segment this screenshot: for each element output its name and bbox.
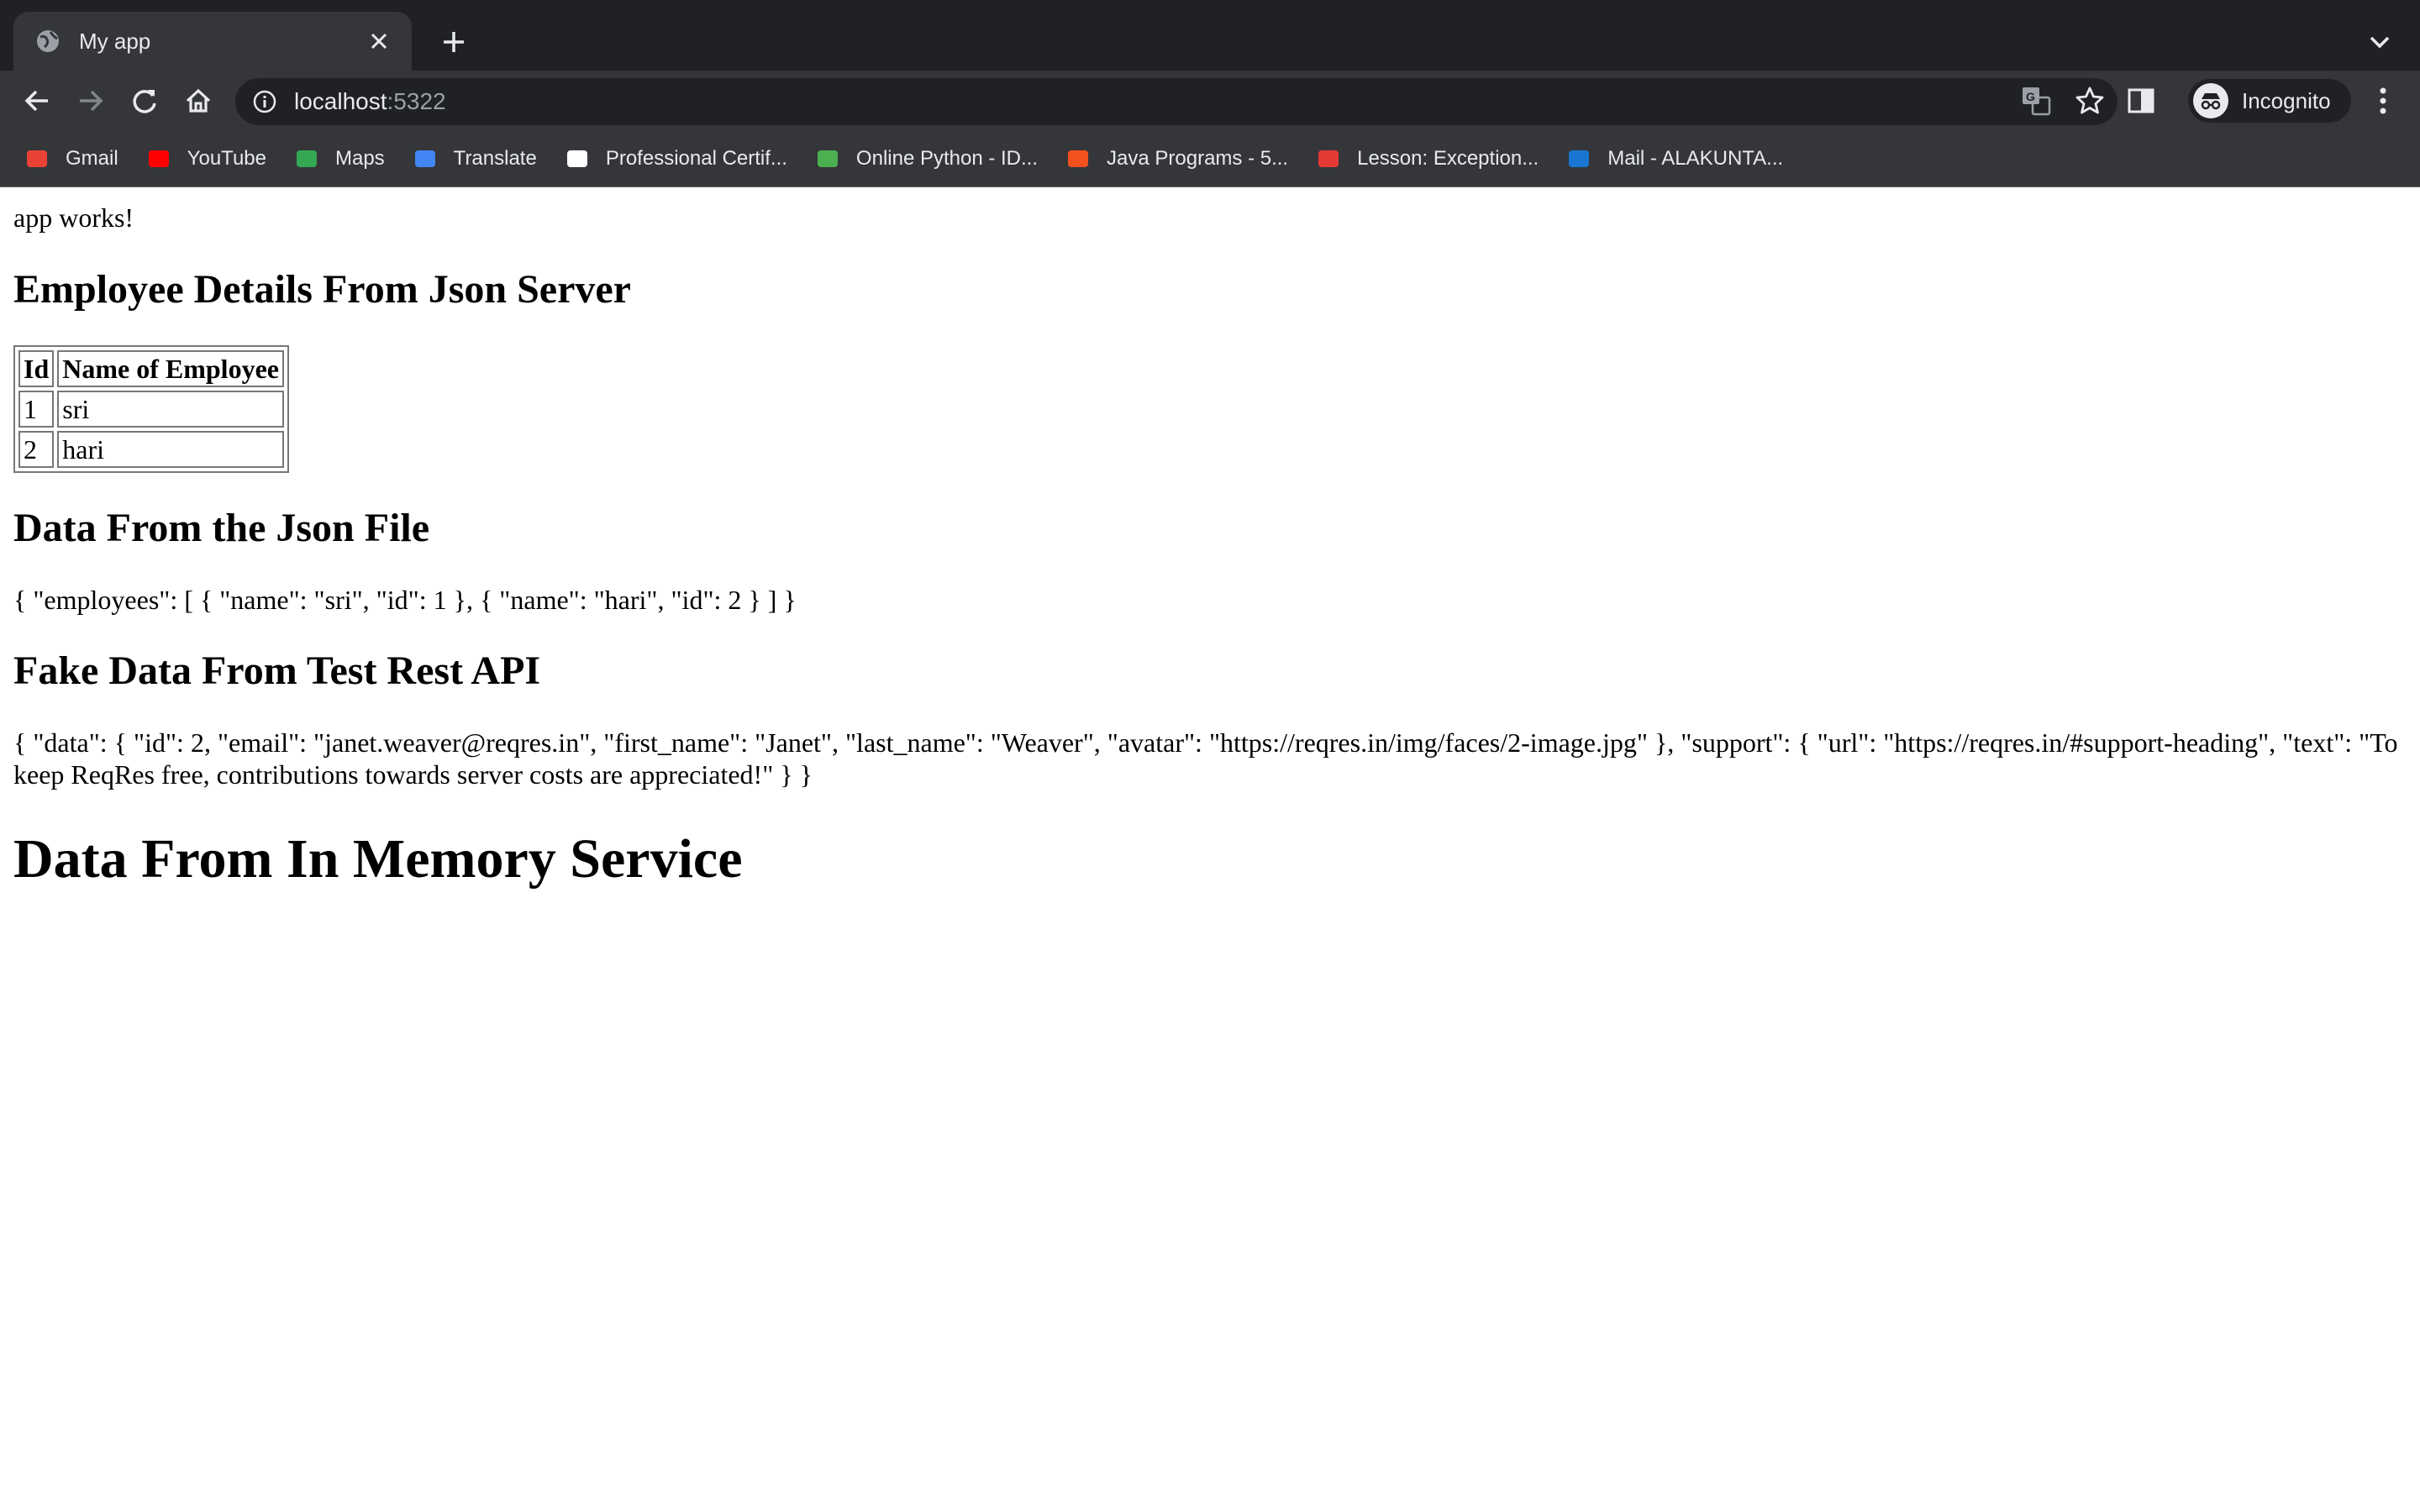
section-title-fake-api: Fake Data From Test Rest API — [13, 648, 541, 693]
section-title-json-file: Data From the Json File — [13, 506, 430, 550]
bookmark-item[interactable]: YouTube — [145, 145, 266, 172]
forward-icon[interactable] — [72, 82, 109, 119]
cell-name: sri — [57, 391, 284, 428]
bookmark-label: Online Python - ID... — [855, 147, 1039, 170]
table-header-row: Id Name of Employee — [18, 350, 284, 387]
google-icon — [564, 145, 591, 172]
bookmark-item[interactable]: Maps — [293, 145, 385, 172]
toolbar: localhost:5322 G Incognito — [0, 71, 2420, 131]
column-header-name: Name of Employee — [57, 350, 284, 387]
kebab-menu-icon[interactable] — [2368, 84, 2398, 122]
globe-icon — [37, 30, 59, 52]
section-title-in-memory: Data From In Memory Service — [13, 828, 743, 890]
bookmark-item[interactable]: Online Python - ID... — [814, 145, 1038, 172]
bookmark-label: Mail - ALAKUNTA... — [1607, 147, 1784, 170]
python-icon — [814, 145, 841, 172]
new-tab-icon[interactable] — [437, 25, 471, 59]
youtube-icon — [145, 145, 172, 172]
incognito-icon — [2193, 83, 2228, 118]
gmail-icon — [24, 145, 50, 172]
cell-name: hari — [57, 431, 284, 468]
bookmark-item[interactable]: Java Programs - 5... — [1065, 145, 1288, 172]
bookmark-label: Maps — [334, 147, 385, 170]
profile-label: Incognito — [2242, 87, 2331, 113]
bookmark-item[interactable]: Mail - ALAKUNTA... — [1565, 145, 1783, 172]
tab-title: My app — [79, 28, 151, 54]
browser-chrome: My app localhost:5322 G Incognito Gmail … — [0, 0, 2420, 187]
tab-strip: My app — [0, 0, 2420, 71]
url-host: localhost — [294, 88, 387, 114]
bookmarks-bar: Gmail YouTube Maps Translate Professional Ce… — [0, 131, 2420, 187]
maps-icon — [293, 145, 320, 172]
page-content: app works! Employee Details From Json Se… — [0, 201, 2420, 891]
bookmark-item[interactable]: Gmail — [24, 145, 118, 172]
outlook-icon — [1565, 145, 1592, 172]
section-title-employee-details: Employee Details From Json Server — [13, 267, 631, 312]
api-output: { "data": { "id": 2, "email": "janet.wea… — [13, 727, 2398, 790]
bookmark-label: YouTube — [187, 147, 266, 170]
table-row: 1 sri — [18, 391, 284, 428]
incognito-badge[interactable]: Incognito — [2188, 79, 2351, 123]
json-file-output: { "employees": [ { "name": "sri", "id": … — [13, 585, 797, 615]
bookmark-label: Java Programs - 5... — [1107, 147, 1289, 170]
bookmark-label: Lesson: Exception... — [1357, 147, 1539, 170]
address-bar[interactable]: localhost:5322 G — [235, 78, 2118, 125]
chevron-down-icon[interactable] — [2365, 27, 2395, 57]
bookmark-label: Gmail — [66, 147, 118, 170]
translate-page-icon[interactable]: G — [2020, 85, 2052, 123]
reload-icon[interactable] — [126, 82, 163, 119]
oracle-icon — [1315, 145, 1342, 172]
bookmark-item[interactable]: Translate — [412, 145, 537, 172]
bookmark-label: Professional Certif... — [605, 147, 787, 170]
home-icon[interactable] — [180, 82, 217, 119]
side-panel-icon[interactable] — [2126, 86, 2156, 120]
cell-id: 1 — [18, 391, 55, 428]
svg-text:G: G — [2026, 90, 2035, 103]
back-icon[interactable] — [18, 82, 55, 119]
bookmark-item[interactable]: Professional Certif... — [564, 145, 787, 172]
url-text: localhost:5322 — [294, 88, 446, 115]
bookmark-item[interactable]: Lesson: Exception... — [1315, 145, 1539, 172]
url-port: :5322 — [387, 88, 446, 114]
employee-table: Id Name of Employee 1 sri 2 hari — [13, 345, 289, 473]
cell-id: 2 — [18, 431, 55, 468]
java-icon — [1065, 145, 1092, 172]
info-icon[interactable] — [252, 89, 277, 114]
bookmark-star-icon[interactable] — [2074, 85, 2106, 123]
bookmark-label: Translate — [453, 147, 537, 170]
translate-icon — [412, 145, 439, 172]
intro-text: app works! — [13, 202, 134, 233]
close-tab-icon[interactable] — [366, 29, 392, 54]
column-header-id: Id — [18, 350, 55, 387]
tab-my-app[interactable]: My app — [13, 12, 412, 71]
table-row: 2 hari — [18, 431, 284, 468]
